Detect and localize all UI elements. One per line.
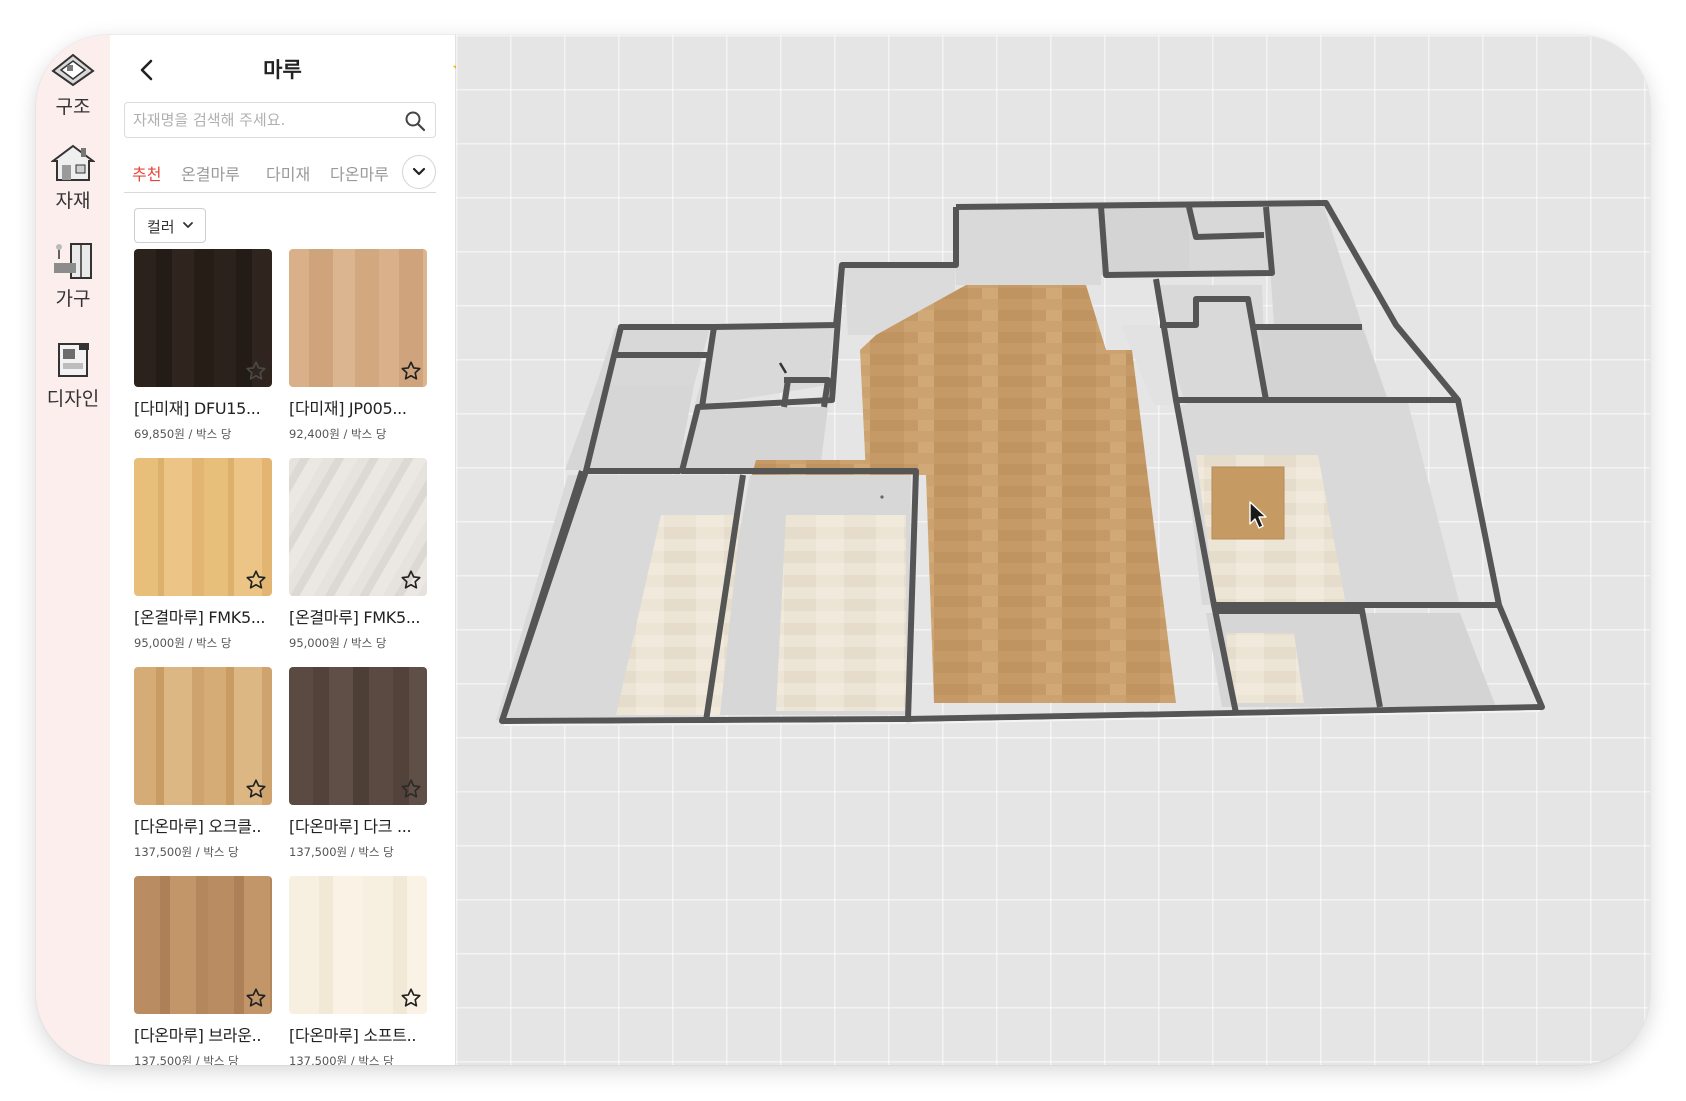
product-price: 137,500원 / 박스 당 xyxy=(134,1054,239,1065)
rail-item-design[interactable]: 디자인 xyxy=(36,341,110,411)
search-icon[interactable] xyxy=(404,110,426,132)
product-name: [다온마루] 다크 ... xyxy=(289,817,412,836)
tab-daon[interactable]: 다온마루 xyxy=(330,161,389,185)
star-outline-icon[interactable] xyxy=(245,360,267,382)
product-price: 95,000원 / 박스 당 xyxy=(134,636,232,650)
star-outline-icon[interactable] xyxy=(400,987,422,1009)
category-tabs: 추천 온결마루 다미재 다온마루 xyxy=(124,153,436,193)
rail-label-material: 자재 xyxy=(55,190,91,212)
chevron-down-icon xyxy=(412,167,426,176)
panel-title: 마루 xyxy=(263,58,302,82)
star-outline-icon[interactable] xyxy=(400,569,422,591)
color-filter-label: 컬러 xyxy=(147,218,175,236)
house-material-icon xyxy=(51,144,95,181)
product-price: 69,850원 / 박스 당 xyxy=(134,427,232,441)
app-window: 구조 자재 가구 디자인 마루 자재명을 검색해 주세요. 추천 온결마루 다미… xyxy=(36,35,1650,1065)
product-price: 137,500원 / 박스 당 xyxy=(289,845,394,859)
product-swatch xyxy=(134,667,272,805)
floor-bedroom-2[interactable] xyxy=(776,515,906,711)
product-name: [온결마루] FMK5... xyxy=(289,608,421,627)
star-outline-icon[interactable] xyxy=(245,569,267,591)
house-structure-icon xyxy=(51,53,95,87)
product-price: 92,400원 / 박스 당 xyxy=(289,427,387,441)
design-icon xyxy=(58,343,89,377)
star-outline-icon[interactable] xyxy=(245,778,267,800)
rail-label-design: 디자인 xyxy=(46,388,100,410)
product-card[interactable]: [다온마루] 오크클.. 137,500원 / 박스 당 xyxy=(134,667,272,860)
product-swatch xyxy=(289,876,427,1014)
floorplan-3d-viewport[interactable] xyxy=(456,35,1650,1065)
tab-recommended[interactable]: 추천 xyxy=(132,161,161,185)
material-panel: 마루 추천 온결마루 다미재 다온마루 컬러 xyxy=(110,35,476,1065)
tabs-expand-button[interactable] xyxy=(402,155,436,189)
product-card[interactable]: [다미재] JP005... 92,400원 / 박스 당 xyxy=(289,249,427,442)
product-name: [온결마루] FMK5... xyxy=(134,608,266,627)
floor-selection-highlight[interactable] xyxy=(1211,466,1285,540)
product-name: [다온마루] 오크클.. xyxy=(134,817,262,836)
rail-item-material[interactable]: 자재 xyxy=(36,143,110,213)
color-filter-button[interactable]: 컬러 xyxy=(134,208,206,243)
product-card[interactable]: [다미재] DFU15... 69,850원 / 박스 당 xyxy=(134,249,272,442)
product-swatch xyxy=(289,667,427,805)
side-rail: 구조 자재 가구 디자인 xyxy=(36,35,110,1065)
product-swatch xyxy=(134,249,272,387)
product-name: [다미재] JP005... xyxy=(289,399,407,418)
product-name: [다온마루] 브라운.. xyxy=(134,1026,262,1045)
star-outline-icon[interactable] xyxy=(400,778,422,800)
chevron-down-icon xyxy=(183,222,193,228)
product-swatch xyxy=(134,876,272,1014)
tab-damijae[interactable]: 다미재 xyxy=(266,161,310,185)
product-price: 137,500원 / 박스 당 xyxy=(289,1054,394,1065)
floorplan-3d-model xyxy=(496,200,1545,726)
product-card[interactable]: [온결마루] FMK5... 95,000원 / 박스 당 xyxy=(134,458,272,651)
product-grid: [다미재] DFU15... 69,850원 / 박스 당 [다미재] JP00… xyxy=(134,249,434,1065)
product-card[interactable]: [다온마루] 소프트.. 137,500원 / 박스 당 xyxy=(289,876,427,1065)
product-card[interactable]: [다온마루] 다크 ... 137,500원 / 박스 당 xyxy=(289,667,427,860)
search-box xyxy=(124,102,436,138)
product-card[interactable]: [온결마루] FMK5... 95,000원 / 박스 당 xyxy=(289,458,427,651)
rail-item-furniture[interactable]: 가구 xyxy=(36,241,110,311)
product-swatch xyxy=(134,458,272,596)
star-outline-icon[interactable] xyxy=(245,987,267,1009)
product-price: 137,500원 / 박스 당 xyxy=(134,845,239,859)
rail-label-furniture: 가구 xyxy=(55,288,91,310)
product-swatch xyxy=(289,458,427,596)
product-name: [다미재] DFU15... xyxy=(134,399,261,418)
rail-item-structure[interactable]: 구조 xyxy=(36,53,110,119)
floor-small-room[interactable] xyxy=(1226,633,1304,703)
tab-ongyeol[interactable]: 온결마루 xyxy=(181,161,240,185)
product-swatch xyxy=(289,249,427,387)
furniture-icon xyxy=(54,243,92,279)
product-card[interactable]: [다온마루] 브라운.. 137,500원 / 박스 당 xyxy=(134,876,272,1065)
rail-label-structure: 구조 xyxy=(55,96,91,118)
product-price: 95,000원 / 박스 당 xyxy=(289,636,387,650)
product-name: [다온마루] 소프트.. xyxy=(289,1026,417,1045)
search-input[interactable] xyxy=(125,103,395,137)
star-outline-icon[interactable] xyxy=(400,360,422,382)
